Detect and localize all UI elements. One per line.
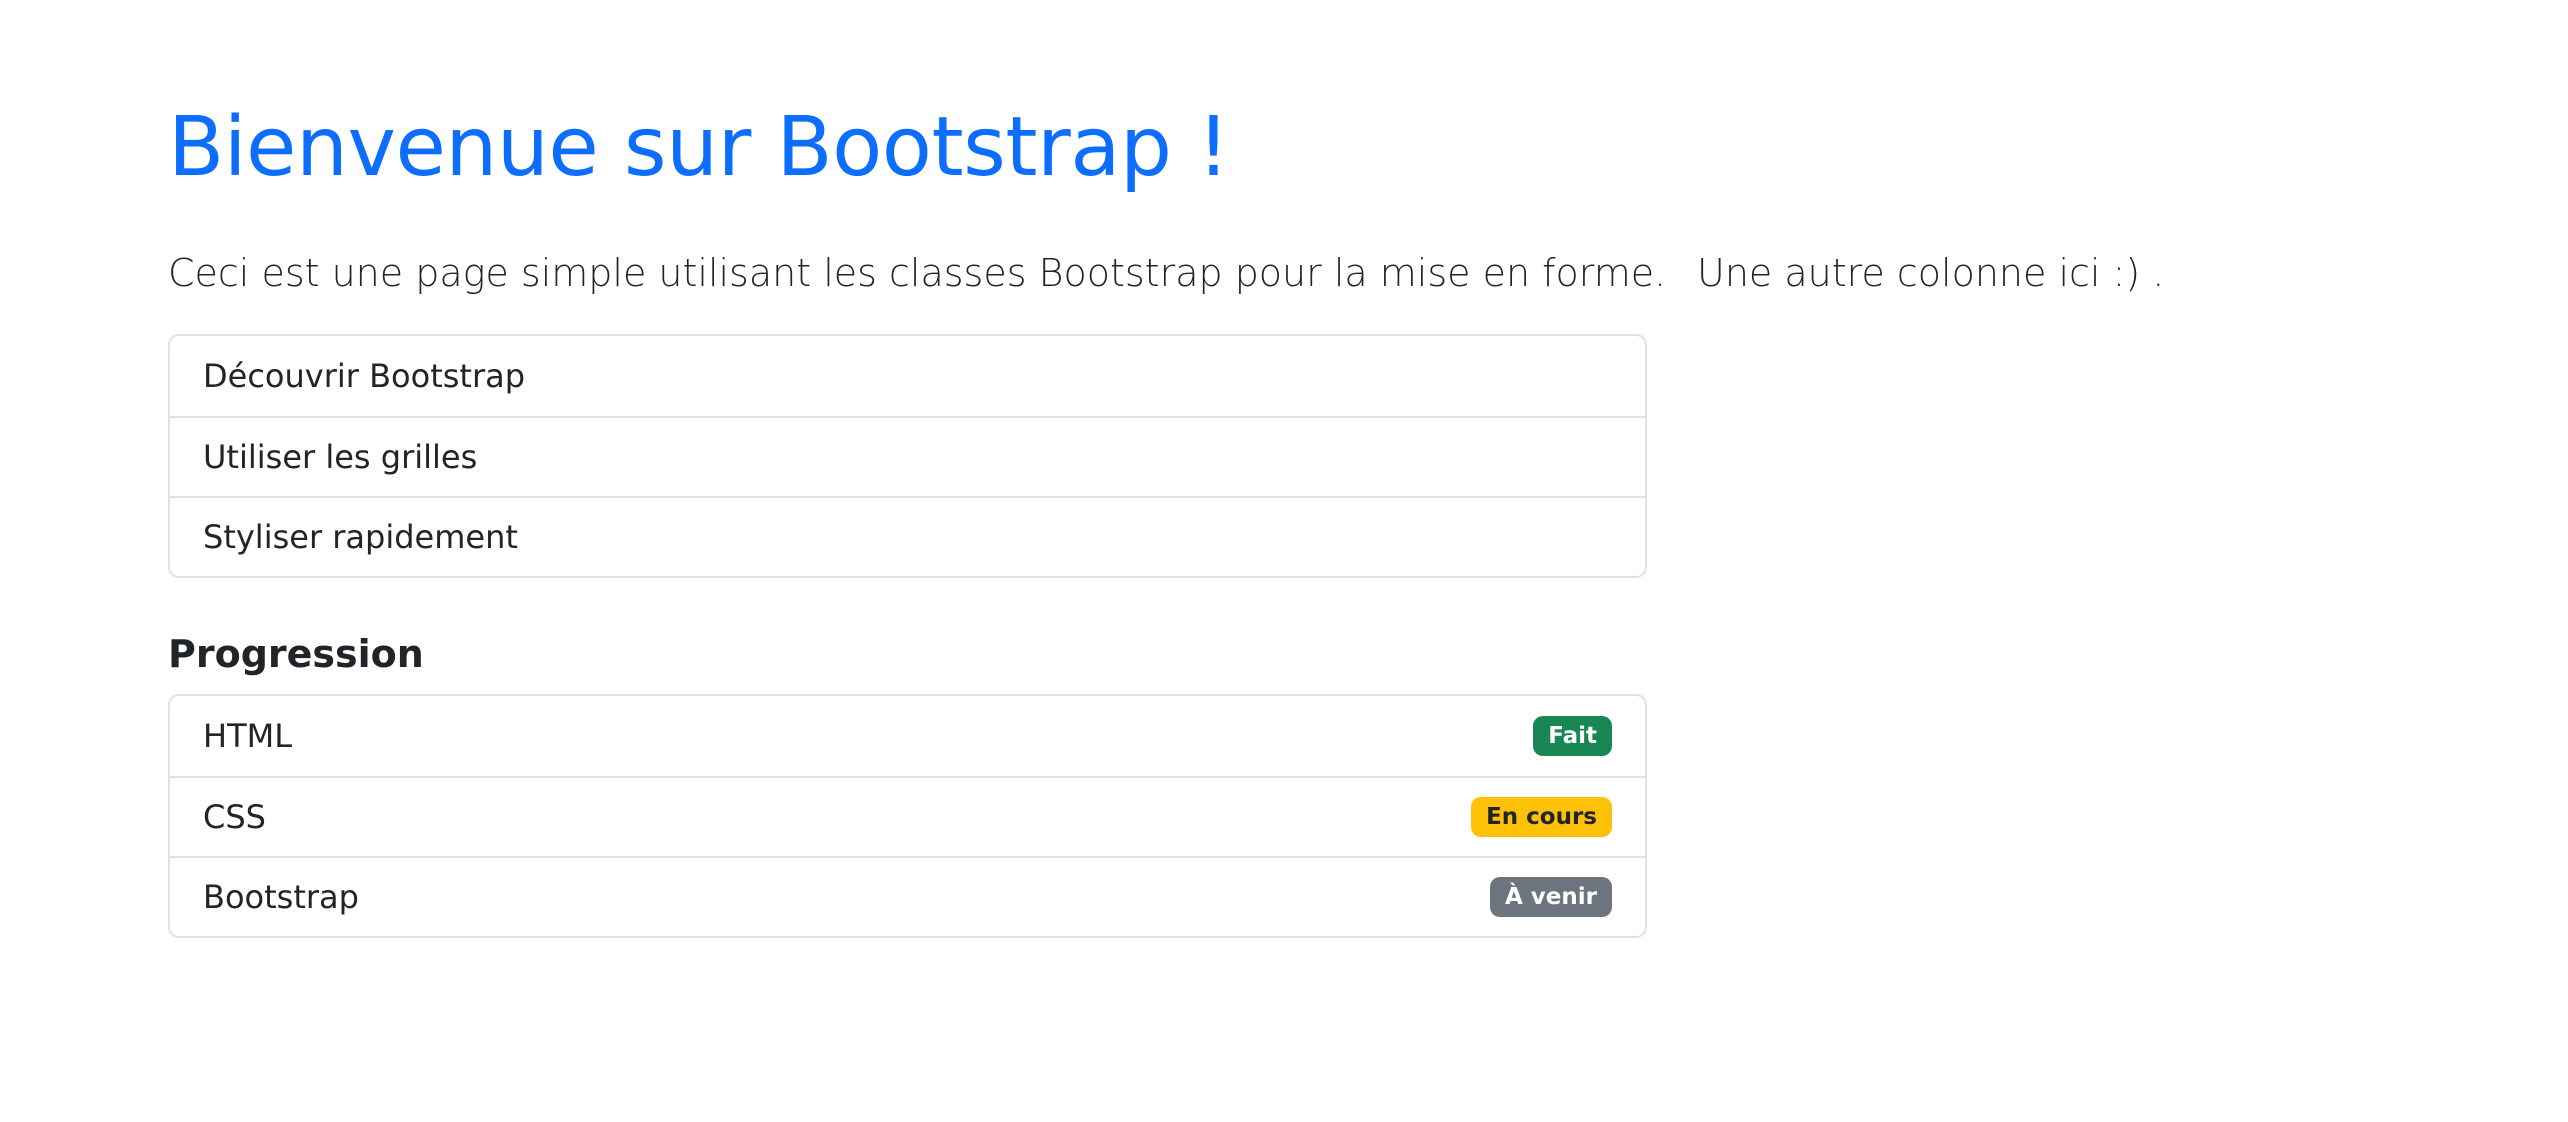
list-item: Utiliser les grilles (170, 416, 1645, 496)
progress-list: HTML Fait CSS En cours Bootstrap À venir (168, 694, 1647, 938)
progress-item-bootstrap: Bootstrap À venir (170, 856, 1645, 936)
progress-item-label: Bootstrap (203, 878, 359, 916)
list-item-label: Utiliser les grilles (203, 438, 478, 476)
status-badge: À venir (1490, 877, 1612, 917)
list-item-label: Découvrir Bootstrap (203, 357, 526, 395)
page-title: Bienvenue sur Bootstrap ! (168, 100, 1230, 195)
progress-item-label: HTML (203, 717, 293, 755)
status-badge: En cours (1471, 797, 1612, 837)
status-badge: Fait (1533, 716, 1612, 756)
progress-item-css: CSS En cours (170, 776, 1645, 856)
intro-text: Ceci est une page simple utilisant les c… (168, 251, 1667, 295)
list-item-label: Styliser rapidement (203, 518, 518, 556)
steps-list: Découvrir Bootstrap Utiliser les grilles… (168, 334, 1647, 578)
progress-item-label: CSS (203, 798, 266, 836)
list-item: Découvrir Bootstrap (170, 336, 1645, 416)
page: Bienvenue sur Bootstrap ! Ceci est une p… (0, 0, 2568, 1122)
secondary-column-text: Une autre colonne ici :) . (1697, 251, 2165, 295)
progress-title: Progression (168, 632, 424, 676)
list-item: Styliser rapidement (170, 496, 1645, 576)
progress-item-html: HTML Fait (170, 696, 1645, 776)
